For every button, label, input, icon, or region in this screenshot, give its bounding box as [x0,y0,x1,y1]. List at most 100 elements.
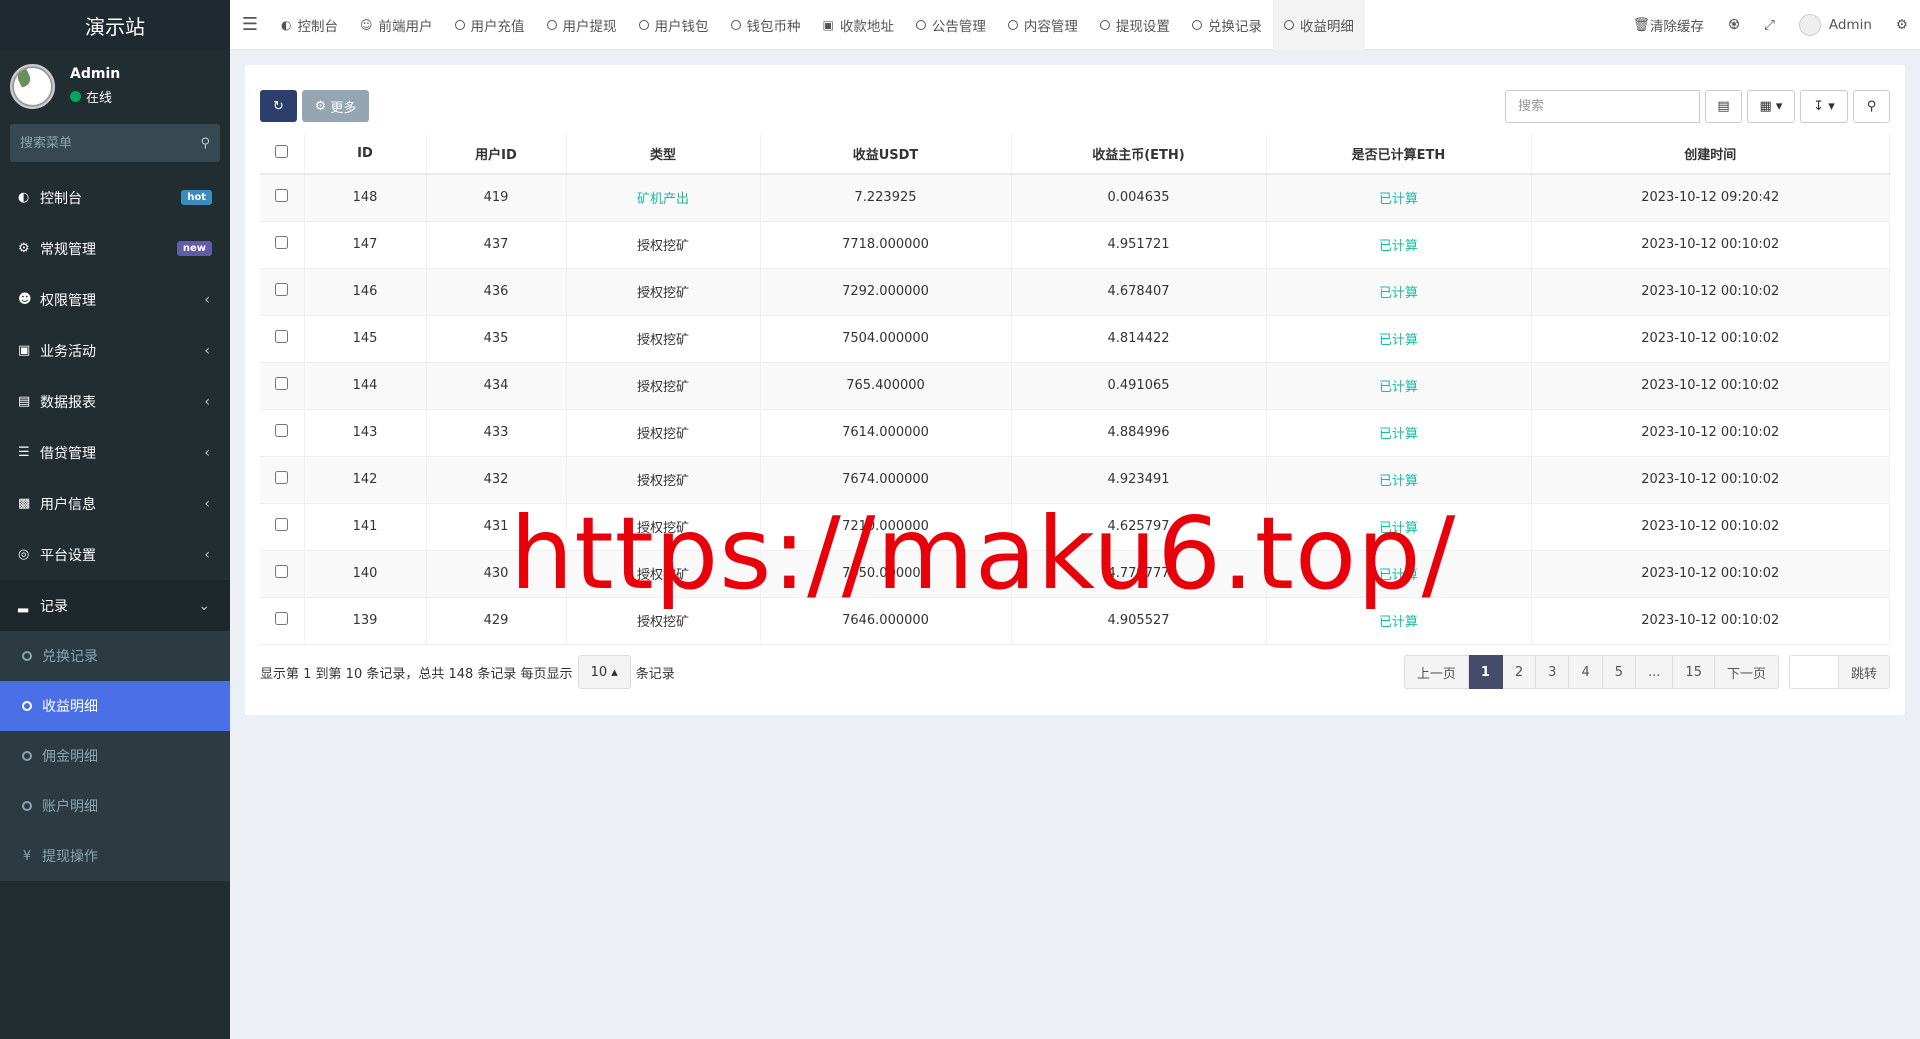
col-calculated[interactable]: 是否已计算ETH [1266,134,1532,175]
page-size-select[interactable]: 10 ▴ [577,655,631,689]
gear-icon[interactable]: ⚙ [1884,0,1920,50]
page-1[interactable]: 1 [1468,655,1503,689]
cell-id: 142 [304,456,427,504]
sidebar-subitem-earnings[interactable]: 收益明细 [0,681,230,731]
row-checkbox[interactable] [275,424,289,437]
row-checkbox[interactable] [275,189,289,203]
tab-earnings[interactable]: 收益明细 [1272,0,1365,50]
sidebar-item-platform[interactable]: ◎ 平台设置 ‹ [0,529,230,580]
page-3[interactable]: 3 [1536,655,1570,689]
tab-notice[interactable]: 公告管理 [905,0,997,50]
cell-created-at: 2023-10-12 00:10:02 [1531,268,1890,316]
tab-dashboard[interactable]: ◐ 控制台 [270,0,349,50]
sidebar-subitem-commission[interactable]: 佣金明细 [0,731,230,781]
page-size-value: 10 [590,664,608,680]
row-checkbox[interactable] [275,283,289,296]
page-next[interactable]: 下一页 [1714,655,1779,689]
row-checkbox[interactable] [275,377,289,390]
user-panel: Admin 在线 [0,50,230,122]
tab-withdraw-settings[interactable]: 提现设置 [1089,0,1181,50]
table-row[interactable]: 144 434 授权挖矿 765.400000 0.491065 已计算 2023-10-1… [260,362,1890,410]
tab-exchange[interactable]: 兑换记录 [1181,0,1273,50]
app-logo[interactable]: 演示站 [0,0,230,50]
more-button[interactable]: ⚙ 更多 [302,90,369,122]
admin-menu[interactable]: Admin [1787,0,1884,50]
row-checkbox[interactable] [275,565,289,578]
sidebar-subitem-account[interactable]: 账户明细 [0,781,230,831]
cell-user-id: 433 [426,409,567,457]
row-select-cell [260,315,305,363]
tab-wallet[interactable]: 用户钱包 [628,0,720,50]
menu-toggle-icon[interactable]: ☰ [230,14,270,35]
sidebar-item-records[interactable]: ▂ 记录 ⌄ [0,580,230,631]
row-checkbox[interactable] [275,330,289,343]
sidebar-item-label: 用户信息 [40,496,96,513]
table-row[interactable]: 145 435 授权挖矿 7504.000000 4.814422 已计算 2023-10-… [260,315,1890,363]
sidebar-item-dashboard[interactable]: ◐ 控制台 hot [0,172,230,223]
page-jump-button[interactable]: 跳转 [1838,655,1890,689]
row-select-cell [260,362,305,410]
table-row[interactable]: 141 431 授权挖矿 7210.000000 4.625797 已计算 2023-10-… [260,503,1890,551]
tab-content[interactable]: 内容管理 [997,0,1089,50]
table-row[interactable]: 140 430 授权挖矿 7450.000000 4.779777 已计算 2023-10-… [260,550,1890,598]
translate-icon[interactable]: ♼ [1716,0,1752,50]
search-button[interactable]: ⚲ [1853,90,1890,123]
table-row[interactable]: 143 433 授权挖矿 7614.000000 4.884996 已计算 2023-10-… [260,409,1890,457]
yen-icon: ¥ [22,848,32,864]
cell-eth: 4.923491 [1011,456,1267,504]
page-2[interactable]: 2 [1502,655,1537,689]
row-checkbox[interactable] [275,471,289,484]
cell-type: 授权挖矿 [566,503,761,551]
row-checkbox[interactable] [275,518,289,531]
col-eth[interactable]: 收益主币(ETH) [1011,134,1267,175]
tab-address[interactable]: ▣ 收款地址 [812,0,905,50]
page-jump-input[interactable] [1788,655,1839,689]
sidebar-subitem-exchange[interactable]: 兑换记录 [0,631,230,681]
table-row[interactable]: 147 437 授权挖矿 7718.000000 4.951721 已计算 2023-10-… [260,221,1890,269]
page-prev[interactable]: 上一页 [1403,655,1469,689]
col-user-id[interactable]: 用户ID [426,134,567,175]
export-button[interactable]: ↧ ▾ [1800,90,1848,123]
refresh-button[interactable]: ↻ [260,90,297,122]
col-usdt[interactable]: 收益USDT [760,134,1012,175]
tab-recharge[interactable]: 用户充值 [444,0,536,50]
row-checkbox[interactable] [275,236,289,249]
sidebar-item-loans[interactable]: ☰ 借贷管理 ‹ [0,427,230,478]
page-15[interactable]: 15 [1673,655,1715,689]
tab-withdraw[interactable]: 用户提现 [536,0,628,50]
tab-currency[interactable]: 钱包币种 [720,0,812,50]
refresh-icon: ↻ [273,98,284,114]
col-created-at[interactable]: 创建时间 [1531,134,1890,175]
table-row[interactable]: 139 429 授权挖矿 7646.000000 4.905527 已计算 2023-10-… [260,597,1890,645]
sidebar-item-userinfo[interactable]: ▩ 用户信息 ‹ [0,478,230,529]
list-icon: ☰ [18,445,30,460]
sidebar-item-reports[interactable]: ▤ 数据报表 ‹ [0,376,230,427]
sidebar-subitem-withdraw[interactable]: ¥ 提现操作 [0,831,230,881]
fullscreen-icon[interactable]: ⤢ [1752,0,1787,50]
user-status[interactable]: 在线 [70,87,120,106]
search-icon[interactable]: ⚲ [200,136,210,151]
table-row[interactable]: 148 419 矿机产出 7.223925 0.004635 已计算 2023-10-12 … [260,174,1890,222]
gear-icon: ⚙ [314,98,327,114]
col-id[interactable]: ID [304,134,427,175]
table-header-row: ID 用户ID 类型 收益USDT 收益主币(ETH) 是否已计算ETH 创建时… [260,134,1890,175]
tab-frontend-users[interactable]: ☺ 前端用户 [349,0,444,50]
row-checkbox[interactable] [275,612,289,625]
sidebar-item-general[interactable]: ⚙ 常规管理 new [0,223,230,274]
menu-search-input[interactable] [20,135,201,151]
clear-cache-label: 清除缓存 [1649,18,1704,35]
toggle-view-button[interactable]: ▤ [1705,90,1742,123]
col-type[interactable]: 类型 [566,134,761,175]
clear-cache-button[interactable]: 🗑 清除缓存 [1621,0,1716,50]
table-row[interactable]: 142 432 授权挖矿 7674.000000 4.923491 已计算 2023-10-… [260,456,1890,504]
select-all-checkbox[interactable] [275,145,289,158]
table-row[interactable]: 146 436 授权挖矿 7292.000000 4.678407 已计算 2023-10-… [260,268,1890,316]
columns-button[interactable]: ▦ ▾ [1747,90,1795,123]
page-5[interactable]: 5 [1602,655,1637,689]
sidebar-item-business[interactable]: ▣ 业务活动 ‹ [0,325,230,376]
sidebar-item-auth[interactable]: ☻ 权限管理 ‹ [0,274,230,325]
page-4[interactable]: 4 [1569,655,1603,689]
new-badge: new [176,241,212,256]
cell-id: 143 [304,409,427,457]
table-search-input[interactable] [1505,90,1700,123]
